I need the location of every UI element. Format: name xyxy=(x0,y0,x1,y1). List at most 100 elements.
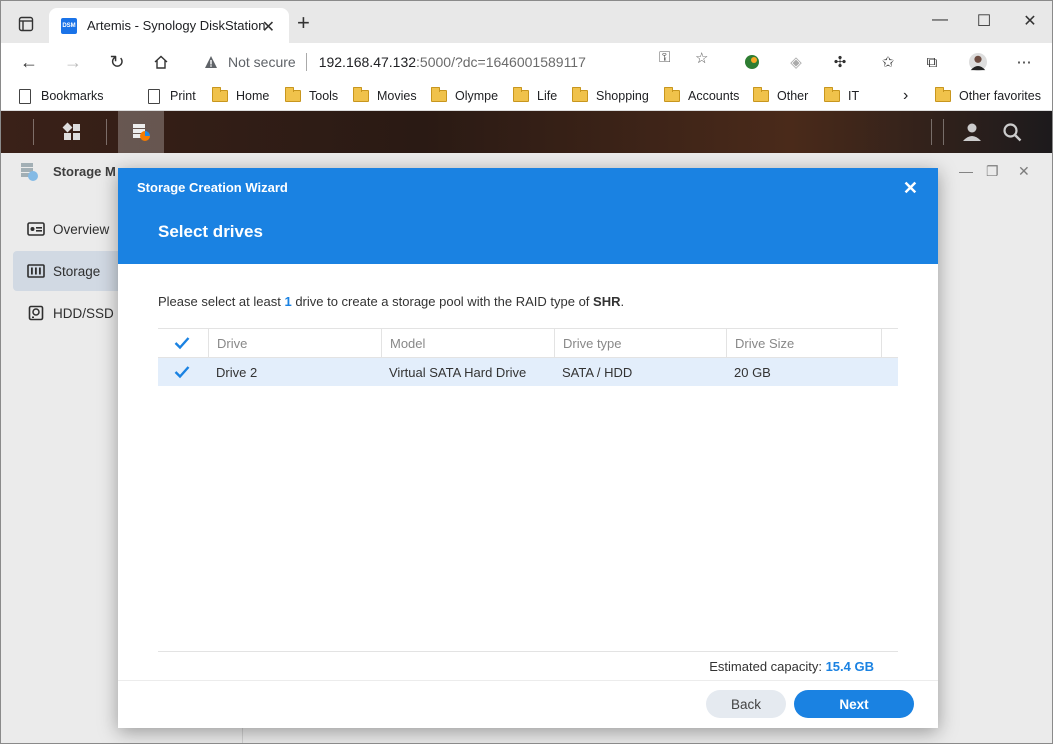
forward-arrow-icon[interactable]: → xyxy=(59,49,87,75)
favorites-icon[interactable]: ✩ xyxy=(879,53,897,71)
bookmark-label: Movies xyxy=(377,89,417,103)
close-icon[interactable]: ✕ xyxy=(903,178,918,199)
divider xyxy=(158,651,898,652)
tab-bar: DSM Artemis - Synology DiskStation ✕ + —… xyxy=(1,1,1052,43)
add-favorite-icon[interactable]: ☆ xyxy=(695,49,708,67)
new-tab-icon[interactable]: + xyxy=(297,12,310,34)
folder-icon xyxy=(353,87,369,102)
step-title: Select drives xyxy=(158,222,263,241)
estimated-capacity-label: Estimated capacity: xyxy=(709,659,826,674)
extension-globe-icon[interactable] xyxy=(743,53,761,71)
maximize-icon[interactable]: ☐ xyxy=(969,11,999,31)
bookmark-label: Other xyxy=(777,89,809,103)
divider xyxy=(33,119,34,145)
cell-drive: Drive 2 xyxy=(216,364,258,380)
bookmark-item[interactable]: IT xyxy=(824,87,859,105)
bookmark-item[interactable]: Life xyxy=(513,87,557,105)
desc-text: Please select at least xyxy=(158,294,285,309)
other-favorites[interactable]: Other favorites xyxy=(935,87,1041,105)
other-favorites-label: Other favorites xyxy=(959,89,1041,103)
estimated-capacity-value: 15.4 GB xyxy=(825,659,874,674)
close-window-icon[interactable]: ✕ xyxy=(1015,11,1045,31)
tab-actions-icon[interactable] xyxy=(11,11,41,37)
folder-icon xyxy=(513,87,529,102)
address-separator xyxy=(305,53,307,71)
table-row[interactable]: Drive 2 Virtual SATA Hard Drive SATA / H… xyxy=(158,358,898,386)
extensions-puzzle-icon[interactable]: ✣ xyxy=(831,53,849,71)
bookmark-item[interactable]: Accounts xyxy=(664,87,739,105)
profile-avatar-icon[interactable] xyxy=(969,53,987,71)
folder-icon xyxy=(431,87,447,102)
extension-shield-icon[interactable]: ◈ xyxy=(787,53,805,71)
bookmark-item[interactable]: Movies xyxy=(353,87,417,105)
column-header-model[interactable]: Model xyxy=(381,329,554,357)
tab-title: Artemis - Synology DiskStation xyxy=(87,18,266,33)
bookmark-label: Home xyxy=(236,89,270,103)
folder-icon xyxy=(824,87,840,102)
bookmark-item[interactable]: Other xyxy=(753,87,808,105)
select-all-checkbox[interactable] xyxy=(166,329,196,357)
folder-icon xyxy=(753,87,769,102)
home-icon[interactable] xyxy=(147,49,175,75)
bookmark-label: Olympe xyxy=(455,89,499,103)
browser-toolbar: ← → ↻ Not secure 192.168.47.132:5000/?dc… xyxy=(1,43,1052,81)
bookmark-item[interactable]: Bookmarks xyxy=(19,87,104,105)
back-arrow-icon[interactable]: ← xyxy=(15,49,43,75)
bookmark-label: Life xyxy=(537,89,558,103)
folder-icon xyxy=(935,87,951,102)
back-button[interactable]: Back xyxy=(706,690,786,718)
folder-icon xyxy=(664,87,680,102)
bookmark-label: Accounts xyxy=(688,89,740,103)
bookmark-label: Shopping xyxy=(596,89,649,103)
search-icon[interactable] xyxy=(989,111,1035,153)
divider xyxy=(931,119,932,145)
raid-type: SHR xyxy=(593,294,621,309)
desc-text: drive to create a storage pool with the … xyxy=(291,294,594,309)
page-icon xyxy=(148,88,160,104)
bookmark-item[interactable]: Print xyxy=(148,87,196,105)
browser-tab[interactable]: DSM Artemis - Synology DiskStation ✕ xyxy=(49,8,289,43)
warning-icon xyxy=(205,56,217,68)
collections-icon[interactable]: ⧉ xyxy=(923,53,941,71)
wizard-description: Please select at least 1 drive to create… xyxy=(158,294,624,309)
divider xyxy=(943,119,944,145)
estimated-capacity: Estimated capacity: 15.4 GB xyxy=(709,659,874,674)
bookmark-label: Bookmarks xyxy=(41,89,104,103)
row-checkbox[interactable] xyxy=(166,358,196,386)
divider xyxy=(106,119,107,145)
key-icon[interactable]: ⚿ xyxy=(659,49,670,66)
table-header: Drive Model Drive type Drive Size xyxy=(158,328,898,358)
bookmark-label: IT xyxy=(848,89,860,103)
column-header-drive-size[interactable]: Drive Size xyxy=(726,329,882,357)
folder-icon xyxy=(285,87,301,102)
browser-window: DSM Artemis - Synology DiskStation ✕ + —… xyxy=(0,0,1053,744)
dsm-taskbar xyxy=(1,111,1052,153)
storage-creation-wizard: Storage Creation Wizard ✕ Select drives … xyxy=(118,168,938,728)
bookmark-item[interactable]: Home xyxy=(212,87,269,105)
storage-manager-taskbar-icon[interactable] xyxy=(118,111,164,153)
main-menu-icon[interactable] xyxy=(49,111,95,153)
address-bar[interactable]: Not secure 192.168.47.132:5000/?dc=16460… xyxy=(189,47,724,77)
chevron-right-icon[interactable]: › xyxy=(903,87,908,105)
wizard-title: Storage Creation Wizard xyxy=(137,180,288,195)
bookmark-item[interactable]: Tools xyxy=(285,87,338,105)
cell-drive-size: 20 GB xyxy=(734,364,771,380)
minimize-icon[interactable]: — xyxy=(925,11,955,29)
next-button[interactable]: Next xyxy=(794,690,914,718)
folder-icon xyxy=(572,87,588,102)
bookmark-item[interactable]: Shopping xyxy=(572,87,649,105)
bookmarks-bar: Bookmarks Print Home Tools Movies Olympe… xyxy=(1,81,1052,111)
column-header-drive[interactable]: Drive xyxy=(208,329,381,357)
reload-icon[interactable]: ↻ xyxy=(103,49,131,75)
tab-close-icon[interactable]: ✕ xyxy=(262,17,275,37)
bookmark-item[interactable]: Olympe xyxy=(431,87,498,105)
column-header-drive-type[interactable]: Drive type xyxy=(554,329,726,357)
desc-text: . xyxy=(620,294,625,309)
dsm-favicon-icon: DSM xyxy=(61,17,77,34)
bookmark-label: Print xyxy=(170,89,196,103)
url-host: 192.168.47.132 xyxy=(318,54,417,70)
min-drive-count: 1 xyxy=(284,294,292,309)
checkmark-icon xyxy=(174,364,190,380)
more-menu-icon[interactable]: ⋯ xyxy=(1015,53,1033,71)
security-label[interactable]: Not secure xyxy=(228,54,296,70)
